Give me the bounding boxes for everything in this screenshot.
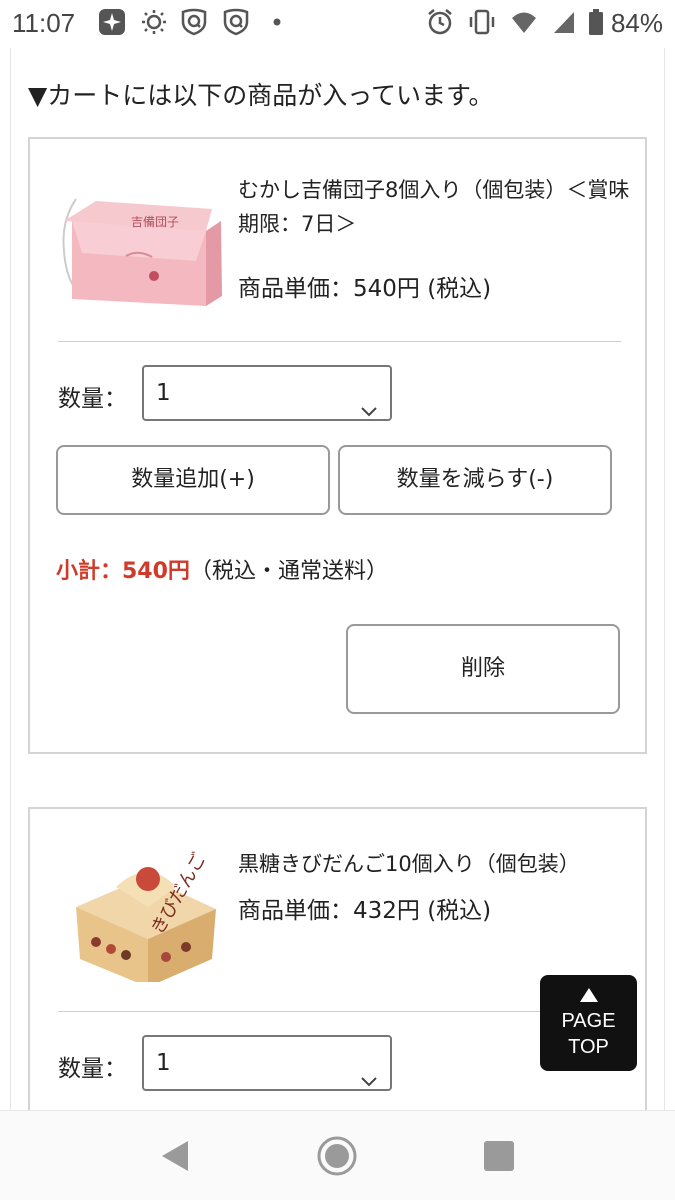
quantity-label: 数量： <box>58 386 127 412</box>
increase-quantity-button[interactable]: 数量追加(+) <box>56 445 330 515</box>
quantity-select[interactable]: 1 <box>142 1035 392 1091</box>
shield-icon <box>180 8 208 36</box>
recent-apps-icon[interactable] <box>484 1141 514 1171</box>
back-icon[interactable] <box>160 1139 190 1173</box>
battery-icon <box>586 8 614 36</box>
subtotal: 小計：540円（税込・通常送料） <box>56 553 388 585</box>
alarm-icon <box>426 8 454 36</box>
wifi-icon <box>510 8 538 36</box>
navigation-bar <box>0 1110 675 1200</box>
page-top-label-line1: PAGE <box>561 1010 616 1032</box>
decrease-quantity-button[interactable]: 数量を減らす(-) <box>338 445 612 515</box>
brightness-icon <box>140 8 168 36</box>
chevron-down-icon <box>360 1055 378 1087</box>
delete-button[interactable]: 削除 <box>346 624 620 714</box>
cart-item: 吉備団子 むかし吉備団子8個入り（個包装）＜賞味期限：7日＞ 商品単価：540円… <box>28 137 647 754</box>
quantity-value: 1 <box>156 1050 171 1076</box>
notification-app-icon <box>98 8 126 36</box>
quantity-select[interactable]: 1 <box>142 365 392 421</box>
arrow-up-icon <box>580 988 598 1002</box>
vibrate-icon <box>468 8 496 36</box>
svg-text:吉備団子: 吉備団子 <box>131 214 179 229</box>
product-name[interactable]: むかし吉備団子8個入り（個包装）＜賞味期限：7日＞ <box>238 173 633 241</box>
unit-price: 商品単価：432円 (税込) <box>238 898 492 924</box>
product-name[interactable]: 黒糖きびだんご10個入り（個包装） <box>238 847 633 881</box>
quantity-label: 数量： <box>58 1056 127 1082</box>
product-image[interactable]: 吉備団子 <box>56 181 226 316</box>
page-top-label-line2: TOP <box>568 1036 609 1058</box>
product-image[interactable]: きびだんご <box>56 847 226 987</box>
subtotal-amount: 小計：540円 <box>56 559 190 584</box>
shield-icon <box>222 8 250 36</box>
cart-heading: ▼カートには以下の商品が入っています。 <box>28 81 494 110</box>
battery-percentage: 84% <box>610 8 663 38</box>
quantity-value: 1 <box>156 380 171 406</box>
status-time: 11:07 <box>12 8 76 38</box>
cell-signal-icon <box>550 8 578 36</box>
unit-price: 商品単価：540円 (税込) <box>238 276 492 302</box>
dot-icon <box>268 8 296 36</box>
divider <box>58 341 621 342</box>
subtotal-note: （税込・通常送料） <box>189 559 388 584</box>
divider <box>58 1011 621 1012</box>
status-bar: 11:07 84% <box>0 0 675 48</box>
chevron-down-icon <box>360 385 378 417</box>
home-icon[interactable] <box>316 1135 358 1177</box>
page-top-button[interactable]: PAGE TOP <box>540 975 637 1071</box>
